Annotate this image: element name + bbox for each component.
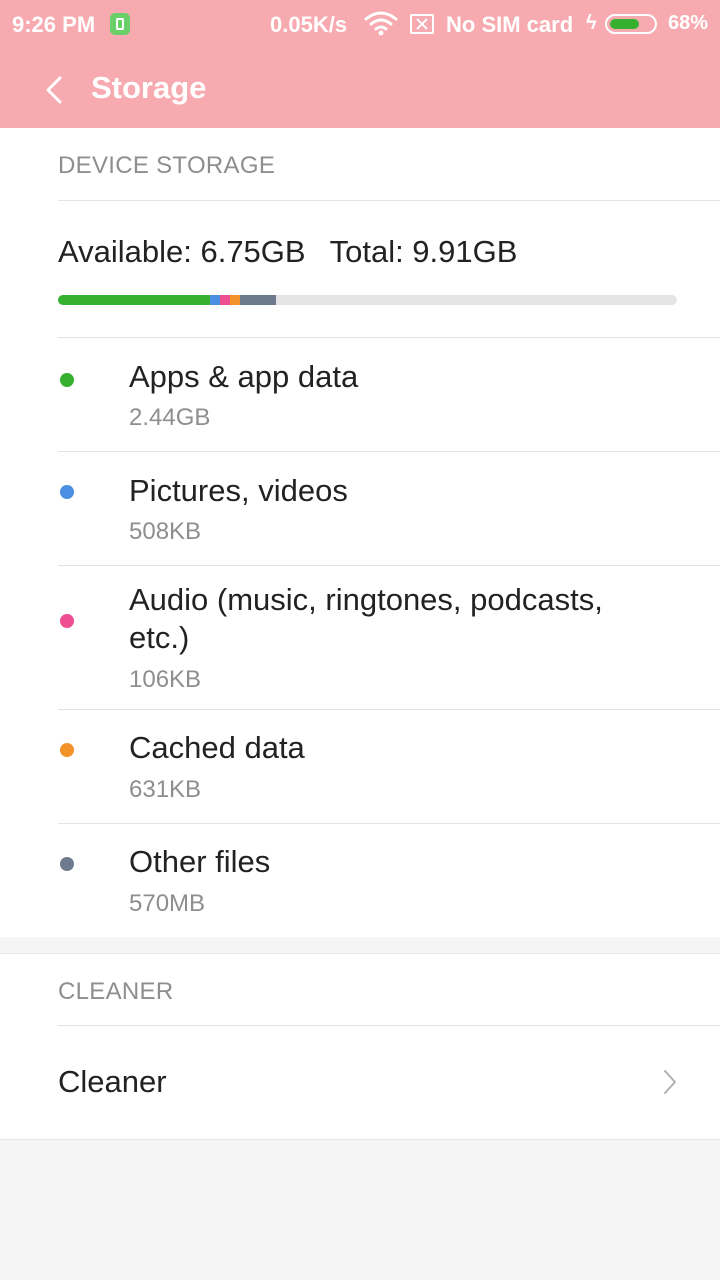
category-dot-icon [60, 857, 74, 871]
app-bar: Storage [0, 50, 720, 128]
cleaner-card: CLEANER Cleaner [0, 953, 720, 1140]
storage-item-label: Pictures, videos [129, 473, 348, 508]
storage-bar-segment [230, 295, 241, 305]
storage-item-label: Apps & app data [129, 359, 359, 394]
category-dot-icon [60, 743, 74, 757]
battery-icon [605, 14, 657, 34]
storage-bar-segment [210, 295, 221, 305]
storage-bar-segment [220, 295, 231, 305]
network-speed: 0.05K/s [270, 12, 348, 37]
wifi-icon [364, 11, 398, 36]
total-storage: Total: 9.91GB [329, 234, 518, 269]
storage-item-size: 2.44GB [129, 404, 211, 431]
storage-summary: Available: 6.75GB Total: 9.91GB [58, 234, 517, 270]
device-storage-card: DEVICE STORAGE Available: 6.75GB Total: 9… [0, 128, 720, 937]
storage-item-size: 570MB [129, 890, 206, 917]
page-title: Storage [91, 70, 207, 105]
status-time: 9:26 PM [12, 12, 96, 37]
storage-item-label: Audio (music, ringtones, podcasts, etc.) [129, 582, 603, 655]
category-dot-icon [60, 373, 74, 387]
storage-item-other-files[interactable]: Other files 570MB [0, 824, 720, 937]
storage-usage-bar [58, 295, 677, 305]
storage-item-pictures-videos[interactable]: Pictures, videos 508KB [0, 452, 720, 565]
battery-level-fill [610, 19, 639, 29]
storage-item-apps[interactable]: Apps & app data 2.44GB [0, 338, 720, 451]
chevron-right-icon [664, 1070, 676, 1094]
storage-item-cached-data[interactable]: Cached data 631KB [0, 710, 720, 823]
sim-status: No SIM card [446, 12, 574, 37]
storage-item-size: 508KB [129, 518, 202, 545]
storage-item-label: Cached data [129, 730, 305, 765]
storage-item-label: Other files [129, 844, 271, 879]
header: 9:26 PM 0.05K/s No SIM card ϟ 68% Storag… [0, 0, 720, 128]
storage-bar-segment [58, 295, 211, 305]
back-arrow-icon[interactable] [40, 72, 70, 108]
section-header-cleaner: CLEANER [58, 978, 174, 1005]
storage-item-size: 631KB [129, 776, 202, 803]
status-bar: 9:26 PM 0.05K/s No SIM card ϟ 68% [0, 0, 720, 50]
storage-item-audio[interactable]: Audio (music, ringtones, podcasts, etc.)… [0, 566, 720, 709]
charging-bolt-icon: ϟ [586, 12, 597, 34]
charging-app-icon [110, 13, 130, 35]
divider [58, 200, 720, 201]
available-storage: Available: 6.75GB [58, 234, 306, 269]
battery-percent: 68% [668, 12, 709, 34]
cleaner-item[interactable]: Cleaner [0, 1026, 720, 1138]
category-dot-icon [60, 485, 74, 499]
category-dot-icon [60, 614, 74, 628]
storage-bar-segment [240, 295, 276, 305]
no-sim-icon [410, 14, 434, 34]
cleaner-label: Cleaner [58, 1064, 167, 1099]
storage-item-size: 106KB [129, 666, 202, 693]
section-header-device-storage: DEVICE STORAGE [58, 152, 276, 179]
